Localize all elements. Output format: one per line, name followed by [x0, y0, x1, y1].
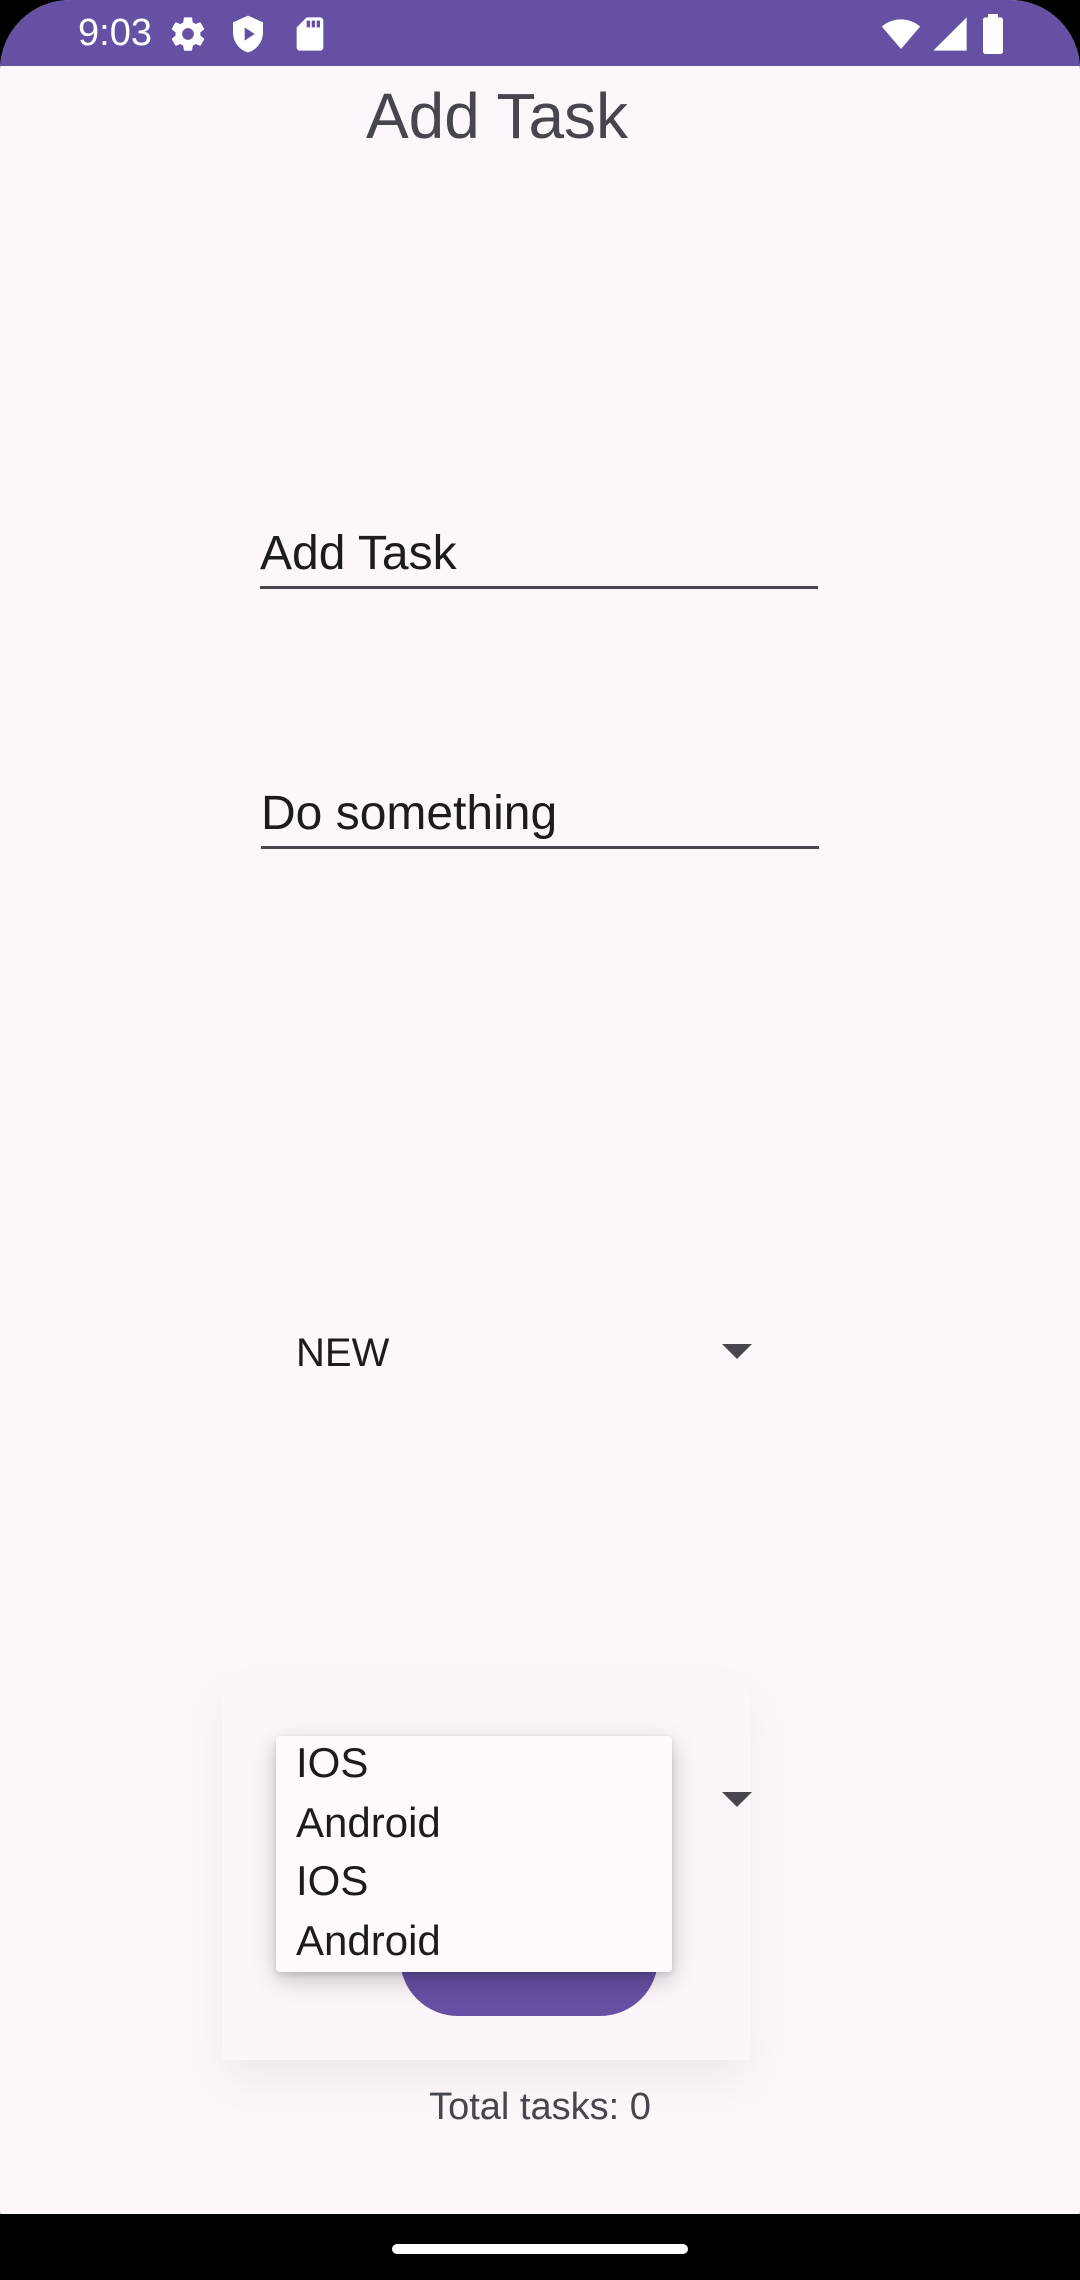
dropdown-option[interactable]: IOS: [296, 1856, 368, 1906]
home-gesture-handle[interactable]: [392, 2244, 688, 2254]
battery-icon: [978, 14, 1008, 54]
status-spinner[interactable]: NEW: [276, 1310, 776, 1400]
navigation-bar: [0, 2214, 1080, 2280]
page-title: Add Task: [365, 80, 629, 152]
chevron-down-icon: [722, 1344, 752, 1359]
task-description-input[interactable]: [261, 780, 819, 846]
dropdown-option[interactable]: Android: [296, 1916, 441, 1966]
status-time: 9:03: [78, 12, 152, 54]
status-bar: 9:03: [0, 0, 1080, 66]
status-spinner-value: NEW: [296, 1331, 390, 1375]
wifi-icon: [878, 14, 924, 54]
dropdown-option[interactable]: Android: [296, 1798, 441, 1848]
platform-dropdown-menu: IOS Android IOS Android: [276, 1736, 672, 1972]
chevron-down-icon: [722, 1792, 752, 1807]
task-title-field[interactable]: [260, 520, 818, 589]
app-screen: 9:03 Add Task NEW Submit Tot: [0, 0, 1080, 2280]
shield-play-icon: [228, 14, 268, 54]
task-title-input[interactable]: [260, 520, 818, 586]
gear-icon: [168, 14, 208, 54]
cell-signal-icon: [930, 14, 970, 54]
dropdown-option[interactable]: IOS: [296, 1738, 368, 1788]
total-tasks-label: Total tasks: 0: [429, 2086, 651, 2128]
task-description-field[interactable]: [261, 780, 819, 849]
sd-card-icon: [290, 14, 330, 54]
